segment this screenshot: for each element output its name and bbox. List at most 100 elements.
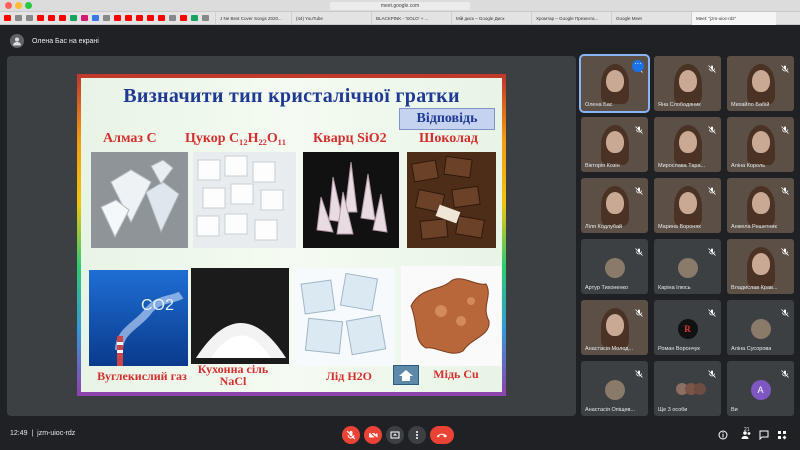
youtube-icon[interactable] bbox=[147, 15, 154, 21]
participant-tile[interactable]: Владислав Крав... bbox=[727, 239, 794, 294]
participant-avatar bbox=[604, 380, 625, 400]
youtube-icon[interactable] bbox=[4, 15, 11, 21]
address-bar[interactable]: meet.google.com bbox=[330, 2, 470, 10]
mic-off-icon bbox=[708, 304, 716, 317]
participant-tile[interactable]: Ще 3 особи bbox=[654, 361, 721, 416]
participant-tile[interactable]: Аліна Король bbox=[727, 117, 794, 172]
participant-avatar bbox=[750, 319, 771, 339]
more-options-icon[interactable]: ⋯ bbox=[632, 60, 644, 72]
presentation-stage: Визначити тип кристалічної гратки Відпов… bbox=[7, 56, 576, 416]
participant-tile[interactable]: Анжела Решетник bbox=[727, 178, 794, 233]
browser-tab[interactable]: Мій диск – Google Диск bbox=[451, 11, 531, 25]
item-label-ice: Лід H2O bbox=[325, 369, 372, 383]
present-screen-button[interactable] bbox=[386, 426, 404, 444]
people-icon bbox=[741, 431, 750, 439]
participant-face bbox=[678, 131, 697, 153]
participant-tile[interactable]: Вікторія Козін bbox=[581, 117, 648, 172]
mic-off-icon bbox=[635, 243, 643, 256]
answer-button[interactable]: Відповідь bbox=[399, 108, 495, 130]
participant-tile[interactable]: Аліна Сусорова bbox=[727, 300, 794, 355]
bottom-toolbar: 12:49 | jzm-uioc-rdz 21 bbox=[0, 418, 800, 450]
participant-face bbox=[605, 131, 624, 153]
youtube-icon[interactable] bbox=[136, 15, 143, 21]
mic-off-icon bbox=[346, 430, 356, 440]
info-button[interactable] bbox=[717, 429, 729, 441]
participant-face bbox=[678, 70, 697, 92]
youtube-icon[interactable] bbox=[59, 15, 66, 21]
item-label-co2: Вуглекислий газ bbox=[97, 369, 187, 383]
participant-name: Аліна Король bbox=[731, 163, 766, 169]
youtube-icon[interactable] bbox=[158, 15, 165, 21]
bookmark-icon[interactable] bbox=[26, 15, 33, 21]
bookmark-icon[interactable] bbox=[92, 15, 99, 21]
participant-name: Анжела Решетник bbox=[731, 224, 777, 230]
mic-off-icon bbox=[708, 60, 716, 73]
participant-tile[interactable]: R Роман Ворончук bbox=[654, 300, 721, 355]
mic-off-icon bbox=[781, 304, 789, 317]
camera-toggle-button[interactable] bbox=[364, 426, 382, 444]
participant-tile[interactable]: Яна Слободяник bbox=[654, 56, 721, 111]
youtube-icon[interactable] bbox=[125, 15, 132, 21]
participant-tile[interactable]: A Ви bbox=[727, 361, 794, 416]
browser-tab[interactable]: BLACKPINK - 'SOLO' + ... bbox=[371, 11, 451, 25]
participant-tile[interactable]: Михайло Бабій bbox=[727, 56, 794, 111]
participant-name: Яна Слободяник bbox=[658, 102, 701, 108]
activities-button[interactable] bbox=[776, 429, 788, 441]
participant-tile[interactable]: Мирослава Тара... bbox=[654, 117, 721, 172]
browser-tab[interactable]: (44) YouTube bbox=[291, 11, 371, 25]
participant-face bbox=[605, 70, 624, 92]
people-button[interactable] bbox=[740, 429, 752, 441]
participant-face bbox=[751, 131, 770, 153]
participant-tile[interactable]: Артур Тихоненко bbox=[581, 239, 648, 294]
camera-off-icon bbox=[368, 430, 378, 440]
participant-tile[interactable]: Каріна Ілюсь bbox=[654, 239, 721, 294]
browser-titlebar: meet.google.com bbox=[0, 0, 800, 12]
participant-face bbox=[751, 253, 770, 275]
youtube-icon[interactable] bbox=[37, 15, 44, 21]
participant-name: Анастасія Молод... bbox=[585, 346, 634, 352]
youtube-icon[interactable] bbox=[180, 15, 187, 21]
maximize-window-icon[interactable] bbox=[25, 2, 32, 9]
mic-off-icon bbox=[781, 60, 789, 73]
participant-face bbox=[605, 192, 624, 214]
youtube-icon[interactable] bbox=[114, 15, 121, 21]
participant-name: Анастасія Опіщев... bbox=[585, 407, 636, 413]
mic-toggle-button[interactable] bbox=[342, 426, 360, 444]
meeting-code: jzm-uioc-rdz bbox=[37, 430, 76, 437]
participant-avatar: A bbox=[750, 380, 771, 400]
participant-tile[interactable]: Анастасія Опіщев... bbox=[581, 361, 648, 416]
participant-face bbox=[605, 314, 624, 336]
mic-off-icon bbox=[781, 182, 789, 195]
meet-icon[interactable] bbox=[191, 15, 198, 21]
co2-label: CO2 bbox=[141, 297, 174, 314]
browser-tab[interactable]: J Ne Best Cover Songs 2020... bbox=[215, 11, 291, 25]
presenter-label: Олена Бас на екрані bbox=[32, 37, 99, 45]
participant-tile[interactable]: Марина Вороняк bbox=[654, 178, 721, 233]
meet-icon[interactable] bbox=[70, 15, 77, 21]
info-icon bbox=[718, 430, 728, 440]
bookmark-icon[interactable] bbox=[15, 15, 22, 21]
browser-tab[interactable]: Google Meet bbox=[611, 11, 691, 25]
bookmark-icon[interactable] bbox=[202, 15, 209, 21]
chat-button[interactable] bbox=[758, 429, 770, 441]
participant-name: Олена Бас bbox=[585, 102, 613, 108]
minimize-window-icon[interactable] bbox=[15, 2, 22, 9]
participant-face bbox=[751, 70, 770, 92]
presenter-avatar bbox=[10, 34, 24, 48]
youtube-icon[interactable] bbox=[48, 15, 55, 21]
participant-tile[interactable]: ⋯ Олена Бас bbox=[579, 54, 650, 113]
close-window-icon[interactable] bbox=[5, 2, 12, 9]
participant-name: Роман Ворончук bbox=[658, 346, 700, 352]
bookmark-icon[interactable] bbox=[169, 15, 176, 21]
leave-call-button[interactable] bbox=[430, 426, 454, 444]
browser-tab[interactable]: Хромтар – Google Презента... bbox=[531, 11, 611, 25]
hang-up-icon bbox=[437, 433, 447, 438]
more-options-button[interactable] bbox=[408, 426, 426, 444]
home-button[interactable] bbox=[393, 365, 419, 385]
bookmark-icon[interactable] bbox=[81, 15, 88, 21]
bookmark-icon[interactable] bbox=[103, 15, 110, 21]
browser-tab-active[interactable]: Meet: "jzm-uioc-rdz" bbox=[691, 11, 776, 25]
activities-icon bbox=[778, 431, 787, 440]
participant-tile[interactable]: Анастасія Молод... bbox=[581, 300, 648, 355]
participant-tile[interactable]: Ліля Кодлубай bbox=[581, 178, 648, 233]
